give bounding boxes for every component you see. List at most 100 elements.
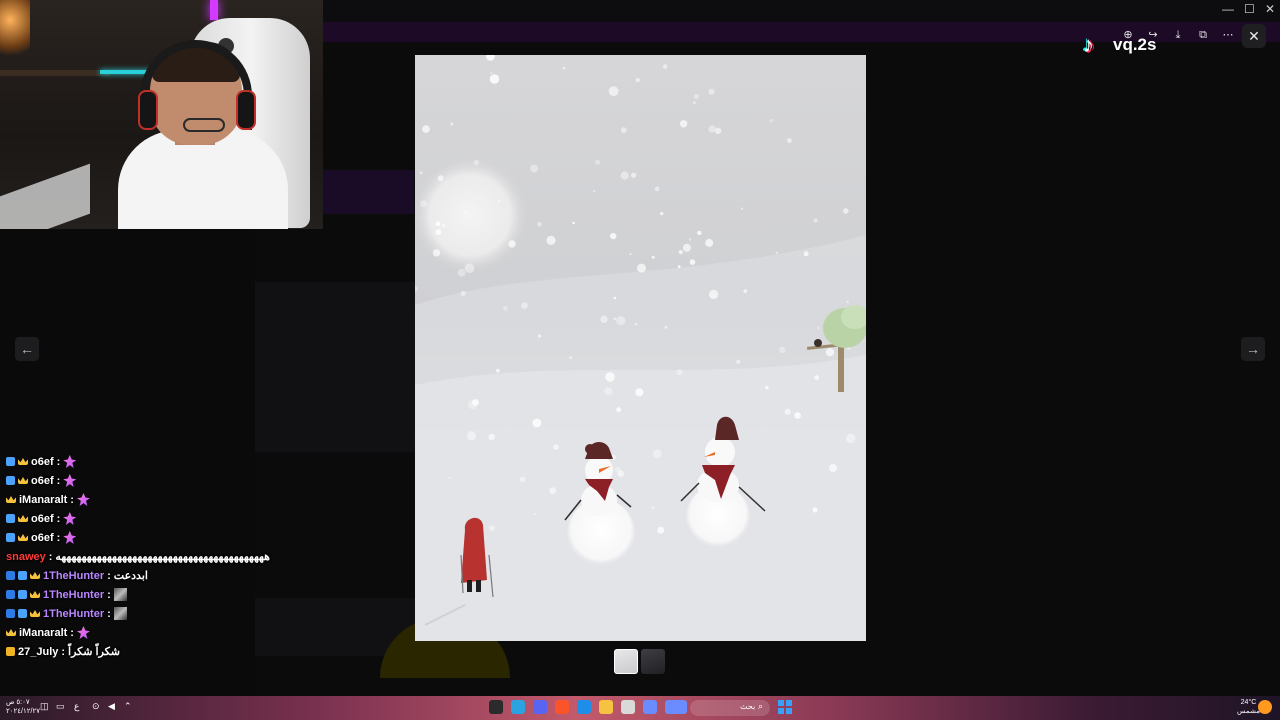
chat-username[interactable]: 1TheHunter [43,570,104,582]
maximize-icon[interactable]: ☐ [1244,2,1255,16]
telegram-icon[interactable] [511,700,525,714]
media-icon[interactable] [643,700,657,714]
start-icon[interactable] [778,700,792,714]
chevron-up-icon[interactable]: ⌃ [124,701,132,712]
snowflake [736,359,741,364]
weather-widget[interactable]: 24°C مشمس [1237,698,1260,716]
snowflake [489,74,500,84]
chat-username[interactable]: o6ef [31,513,54,525]
snowflake [549,487,557,495]
chat-message: 1TheHunter: [6,604,366,623]
folder-icon[interactable] [599,700,613,714]
weather-temp: 24°C [1240,699,1257,706]
snowflake [769,118,774,123]
snowflake [705,238,714,247]
mic-icon[interactable]: ⊙ [92,701,100,712]
snowflake [538,334,542,338]
zoom-in-icon[interactable]: ⊕ [1120,27,1136,43]
chat-username[interactable]: iManaralt [19,627,67,639]
taskbar: ٥:٠٧ ص ٢٠٢٤/١٢/٢٧ ◫ ▭ ع ⊙ ◀ ⌃ بحث ⌕ 24°C… [0,696,1280,720]
chat-separator: : [61,645,66,658]
chat-username[interactable]: snawey [6,551,46,563]
minimize-icon[interactable]: — [1222,2,1234,16]
snowflake [693,101,696,105]
chat-username[interactable]: o6ef [31,475,54,487]
chat-separator: : [56,531,61,544]
snowflake [569,356,572,359]
snowflake [634,322,638,326]
snowflake [437,175,444,182]
snowflake [605,372,615,382]
user-badge-icon [6,496,16,503]
snowflake [657,526,665,534]
snowflake [629,253,632,255]
download-icon[interactable]: ⤓ [1170,27,1186,43]
heart-emote-icon [63,512,77,525]
chat-username[interactable]: 1TheHunter [43,608,104,620]
chat-separator: : [48,550,53,563]
taskbar-clock[interactable]: ٥:٠٧ ص ٢٠٢٤/١٢/٢٧ [6,698,40,716]
brave-icon[interactable] [555,700,569,714]
snowflake [448,476,452,480]
discord-icon[interactable] [533,700,547,714]
close-viewer-button[interactable]: ✕ [1242,24,1266,48]
weather-desc: مشمس [1237,708,1260,715]
heart-emote-icon [63,474,77,487]
snowflake [794,412,801,419]
share-icon[interactable]: ↪ [1145,27,1161,43]
notepad-icon[interactable] [621,700,635,714]
taskbar-time: ٥:٠٧ ص [6,699,30,706]
snowflake [422,125,430,133]
sun [415,157,528,273]
snowflake [829,464,837,472]
more-icon[interactable]: ⋯ [1220,27,1236,43]
neon-light [210,0,218,20]
snowflake [709,289,719,299]
chat-message: 27_July: شكراً شكراً [6,642,366,661]
chat-separator: : [56,474,61,487]
snowflake [435,229,442,236]
next-arrow-button[interactable]: → [1241,337,1265,361]
display-icon[interactable]: ▭ [56,701,65,712]
bird [814,339,822,347]
snowflake [651,506,655,510]
photo-thumbnails [614,649,665,674]
snowflake [620,127,627,134]
user-badge-icon [30,572,40,579]
user-badge-icon [18,515,28,522]
snowflake [708,125,716,133]
chat-username[interactable]: 1TheHunter [43,589,104,601]
notification-icon[interactable]: ◫ [40,701,49,712]
snowflake [813,218,818,223]
snowflake [682,243,691,252]
snowflake [600,315,608,323]
taskbar-search[interactable]: بحث ⌕ [690,700,770,716]
snowflake [651,255,655,259]
viewer-toolbar: ⊕ ↪ ⤓ ⧉ ⋯ [1120,26,1236,44]
edge-icon[interactable] [577,700,591,714]
snowflake [420,200,428,208]
thumbnail-2[interactable] [641,649,665,674]
media-player-icon[interactable] [665,700,687,714]
window-close-icon[interactable]: ✕ [1265,2,1275,16]
search-label: بحث [740,702,756,711]
chat-username[interactable]: o6ef [31,532,54,544]
thumbnail-1[interactable] [614,649,638,674]
snowflake [652,449,662,459]
language-icon[interactable]: ع [74,701,79,712]
photo-viewer-image[interactable] [415,55,866,641]
volume-icon[interactable]: ◀ [108,701,115,712]
snowflake [697,230,702,236]
chat-username[interactable]: 27_July [18,646,58,658]
previous-arrow-button[interactable]: ← [15,337,39,361]
chat-separator: : [70,626,74,639]
open-external-icon[interactable]: ⧉ [1195,27,1211,43]
chat-username[interactable]: iManaralt [19,494,67,506]
user-badge-icon [18,571,27,580]
chat-separator: : [107,607,111,620]
chat-username[interactable]: o6ef [31,456,54,468]
snowflake [814,375,820,380]
user-badge-icon [6,609,15,618]
obs-icon[interactable] [489,700,503,714]
background-purple-block [322,170,414,214]
